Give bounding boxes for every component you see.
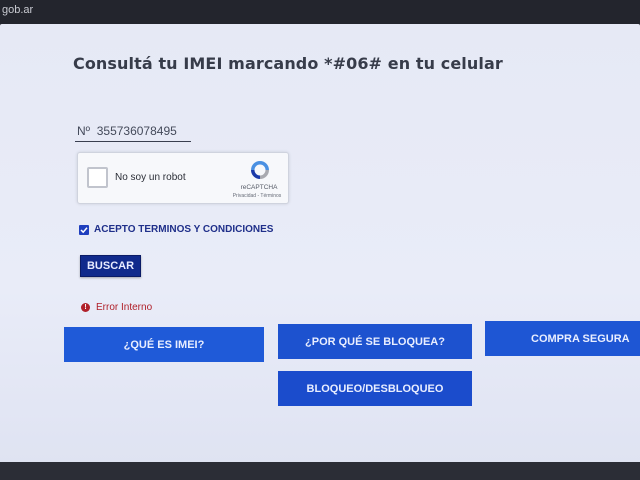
recaptcha-brand: reCAPTCHA [240, 184, 278, 191]
recaptcha-checkbox[interactable] [87, 167, 108, 188]
recaptcha-widget: No soy un robot reCAPTCHA Privacidad - T… [77, 152, 289, 204]
terms-checkbox-row[interactable]: ACEPTO TERMINOS Y CONDICIONES [79, 224, 273, 235]
block-unblock-button[interactable]: BLOQUEO/DESBLOQUEO [278, 371, 472, 406]
imei-input[interactable] [75, 122, 191, 142]
error-icon: ! [81, 303, 90, 312]
why-blocked-button[interactable]: ¿POR QUÉ SE BLOQUEA? [278, 324, 472, 359]
browser-url-bar[interactable]: gob.ar [0, 0, 640, 26]
search-button[interactable]: BUSCAR [80, 255, 141, 277]
what-is-imei-button[interactable]: ¿QUÉ ES IMEI? [64, 327, 264, 362]
recaptcha-links[interactable]: Privacidad - Términos [225, 193, 289, 199]
safe-purchase-button[interactable]: COMPRA SEGURA [485, 321, 640, 356]
error-message: ! Error Interno [81, 302, 152, 313]
terms-label: ACEPTO TERMINOS Y CONDICIONES [94, 224, 274, 235]
error-text: Error Interno [96, 302, 153, 313]
recaptcha-label: No soy un robot [115, 172, 186, 183]
recaptcha-icon [251, 161, 269, 179]
page-title: Consultá tu IMEI marcando *#06# en tu ce… [73, 54, 503, 73]
terms-checkbox[interactable] [79, 224, 89, 235]
url-text: gob.ar [2, 4, 34, 16]
screen-bezel [0, 462, 640, 480]
checkmark-icon [80, 226, 88, 233]
page-content: Consultá tu IMEI marcando *#06# en tu ce… [0, 24, 640, 464]
